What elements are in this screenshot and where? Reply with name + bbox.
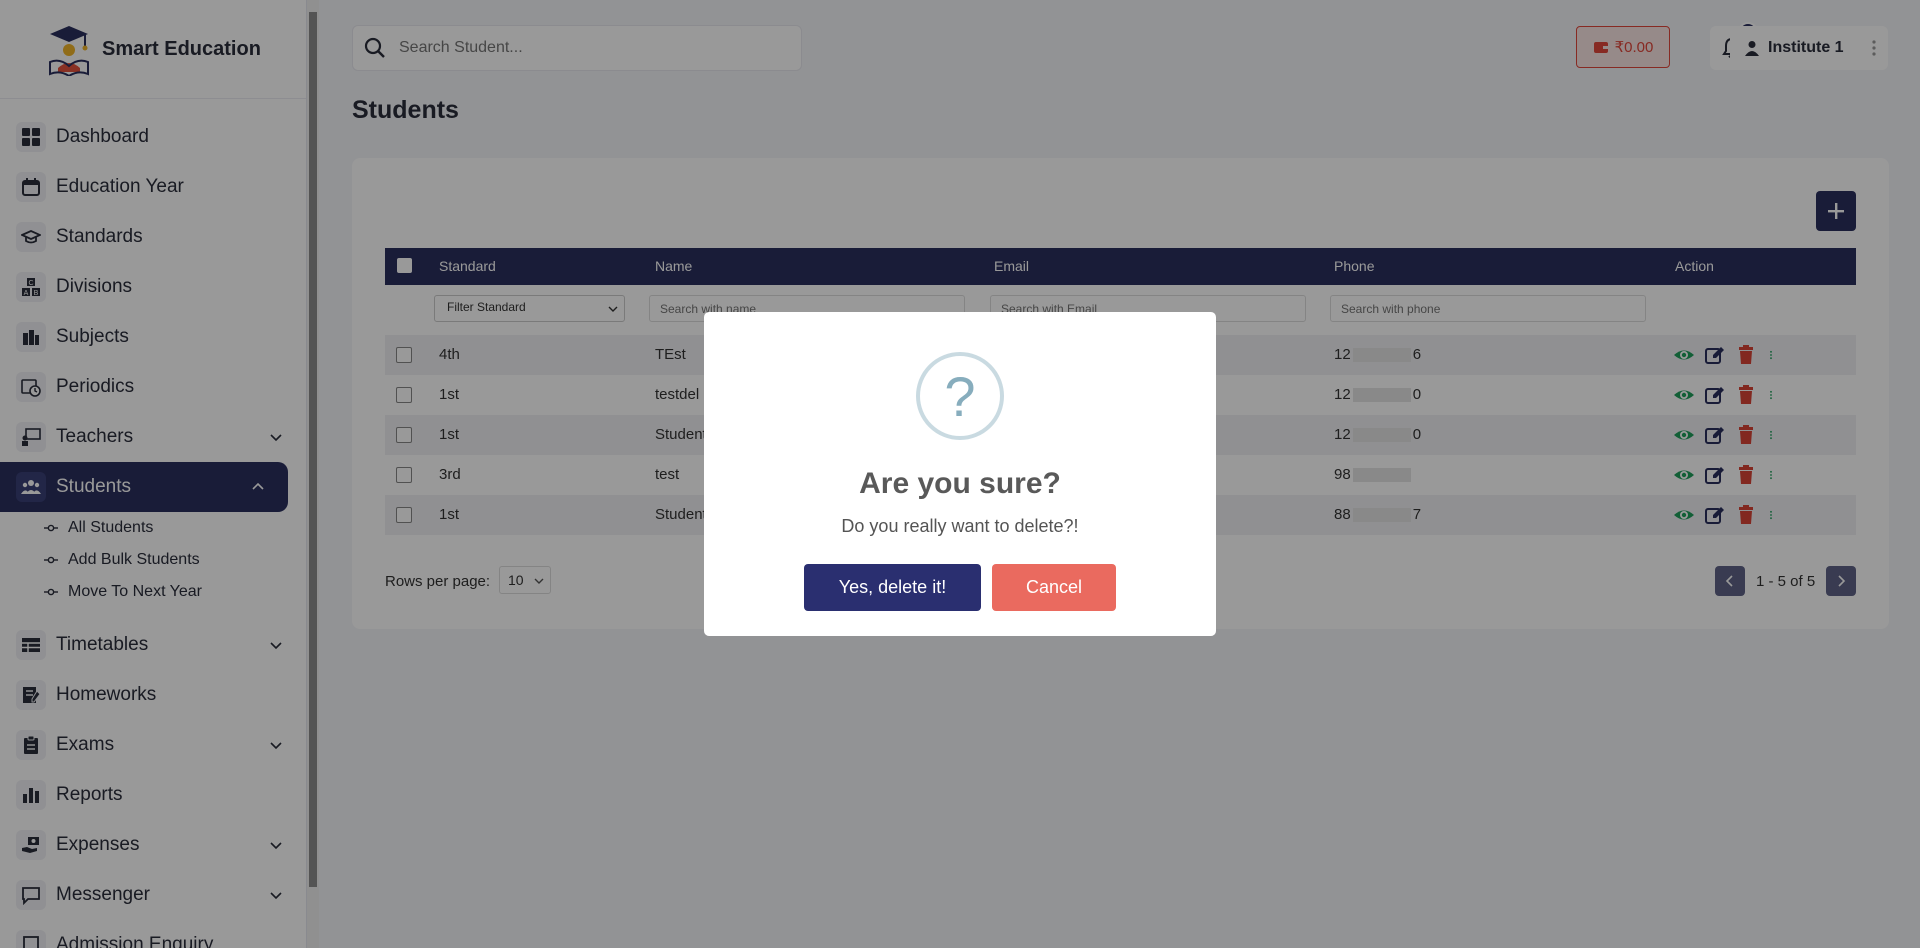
confirm-delete-button[interactable]: Yes, delete it! <box>804 564 981 611</box>
cancel-button[interactable]: Cancel <box>992 564 1116 611</box>
dialog-title: Are you sure? <box>859 467 1061 500</box>
delete-confirmation-dialog: ? Are you sure? Do you really want to de… <box>704 312 1216 636</box>
question-icon: ? <box>916 352 1004 440</box>
dialog-message: Do you really want to delete?! <box>841 516 1079 536</box>
